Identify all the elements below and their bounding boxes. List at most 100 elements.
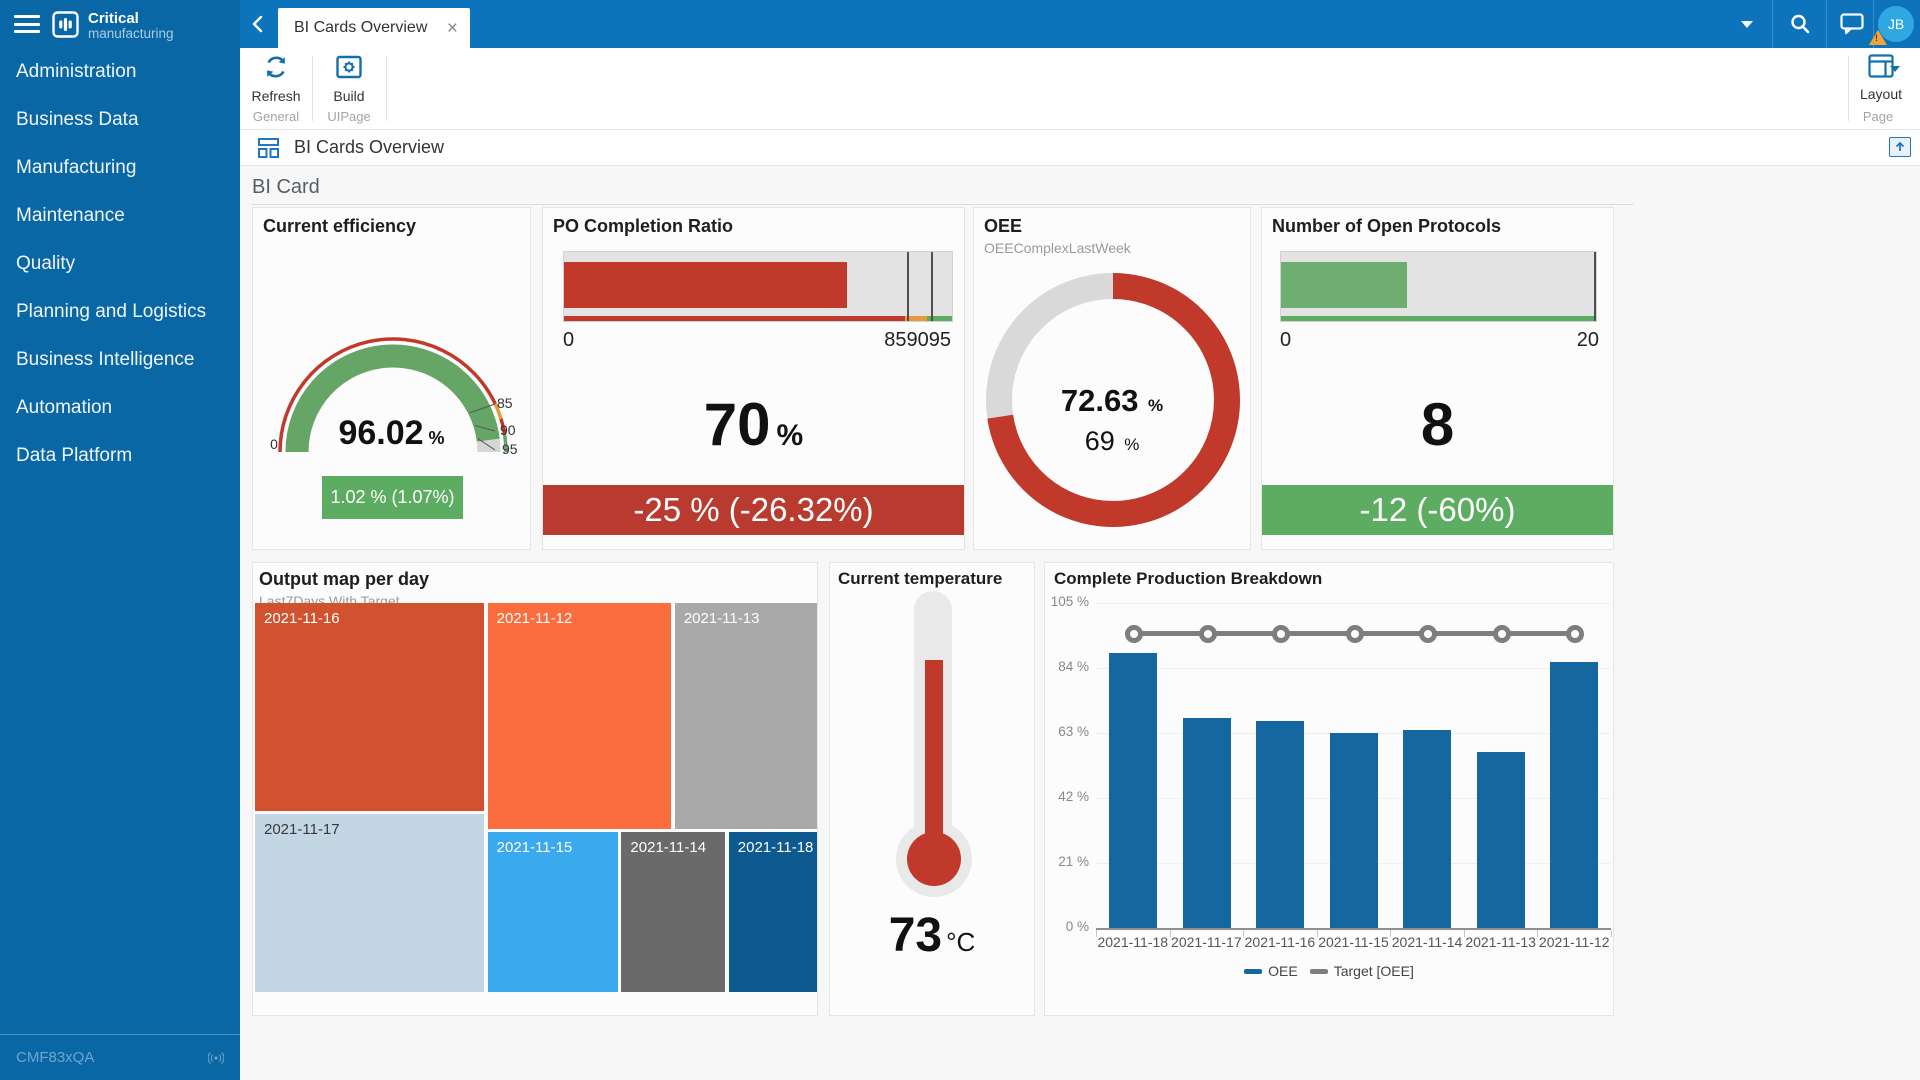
x-axis-tick [1170,930,1171,937]
build-button[interactable]: Build [317,54,381,104]
kpi-value: 8 [1262,390,1613,459]
chart-column [1243,603,1317,928]
section-label: BI Card [252,176,320,199]
card-title: Current temperature [838,569,1002,589]
menu-hamburger-icon[interactable] [14,15,40,33]
avatar-initials: JB [1888,16,1904,32]
value-unit: % [429,428,445,448]
collapse-panel-button[interactable] [1889,137,1911,157]
connection-antenna-icon [208,1051,224,1065]
sidebar-item-administration[interactable]: Administration [0,48,240,96]
y-axis-tick-label: 105 % [1047,594,1089,609]
brand-title: Critical [88,11,174,27]
x-axis-tick [1464,930,1465,937]
card-production-breakdown: Complete Production Breakdown 105 %84 %6… [1044,562,1614,1016]
sidebar-item-label: Business Intelligence [16,349,195,371]
sidebar-item-maintenance[interactable]: Maintenance [0,192,240,240]
sidebar-item-automation[interactable]: Automation [0,384,240,432]
tab-list-dropdown-icon[interactable] [1741,21,1753,28]
layout-dropdown-icon[interactable] [1890,66,1900,72]
target-marker [1272,625,1290,643]
bullet-bar [1281,262,1407,308]
sidebar-footer: CMF83xQA [0,1034,240,1080]
x-axis-tick-label: 2021-11-15 [1317,934,1391,950]
chart-column [1390,603,1464,928]
x-axis-tick-label: 2021-11-17 [1170,934,1244,950]
x-axis-tick-label: 2021-11-12 [1537,934,1611,950]
layout-label: Layout [1852,86,1910,102]
bullet-chart [1280,251,1597,322]
refresh-label: Refresh [244,88,308,104]
divider [1772,0,1773,48]
oee-donut-chart [974,208,1250,549]
bullet-strip-segment [564,316,905,321]
sidebar-item-business-intelligence[interactable]: Business Intelligence [0,336,240,384]
y-axis-tick-label: 42 % [1047,789,1089,804]
x-axis-tick [1537,930,1538,937]
value-number: 73 [889,908,942,963]
sidebar-item-quality[interactable]: Quality [0,240,240,288]
legend-item: Target [OEE] [1310,963,1414,979]
donut-secondary-value: 69 % [974,426,1250,457]
treemap-cell: 2021-11-17 [255,814,484,992]
sidebar-item-label: Maintenance [16,205,125,227]
refresh-button[interactable]: Refresh [244,54,308,104]
target-marker [1199,625,1217,643]
value-number: 69 [1085,426,1115,456]
card-open-protocols: Number of Open Protocols 0 20 8 -12 (-60… [1261,207,1614,550]
y-axis-tick-label: 84 % [1047,659,1089,674]
card-oee: OEE OEEComplexLastWeek 72.63 % 69 % [973,207,1251,550]
brand-subtitle: manufacturing [88,27,174,41]
warning-badge-icon: ! [1869,30,1887,45]
tab-title: BI Cards Overview [294,19,427,37]
environment-label: CMF83xQA [16,1049,94,1066]
sidebar-item-manufacturing[interactable]: Manufacturing [0,144,240,192]
target-marker [1493,625,1511,643]
application-window: Critical manufacturing Administration Bu… [0,0,1920,1080]
sidebar-item-business-data[interactable]: Business Data [0,96,240,144]
x-axis-tick [1317,930,1318,937]
card-title: Output map per day [259,569,429,590]
toolbar: Refresh General Build UIPage [240,48,1920,130]
legend-swatch [1310,969,1328,974]
warning-exclamation: ! [1875,33,1878,43]
breadcrumb: BI Cards Overview [240,130,1920,166]
search-icon[interactable] [1789,13,1811,35]
delta-badge: -12 (-60%) [1262,485,1613,535]
user-avatar[interactable]: JB ! [1878,6,1914,42]
chart-column [1464,603,1538,928]
tab-bi-cards-overview[interactable]: BI Cards Overview × [278,8,470,48]
chat-icon[interactable] [1840,13,1864,35]
sidebar-item-planning-logistics[interactable]: Planning and Logistics [0,288,240,336]
gauge-tick-label: 85 [497,395,513,411]
card-po-completion-ratio: PO Completion Ratio 0 859095 70% -25 % (… [542,207,965,550]
x-axis-tick [1390,930,1391,937]
back-chevron-icon[interactable] [250,15,268,33]
target-marker [1566,625,1584,643]
tab-close-icon[interactable]: × [447,19,458,38]
chart-legend: OEETarget [OEE] [1045,963,1613,979]
chart-column [1096,603,1170,928]
sidebar: Critical manufacturing Administration Bu… [0,0,240,1080]
sidebar-item-label: Quality [16,253,75,275]
layout-button[interactable]: Layout [1852,54,1910,102]
sidebar-item-label: Manufacturing [16,157,136,179]
treemap-cell: 2021-11-12 [488,603,672,829]
toolbar-group-uipage: UIPage [317,109,381,124]
arrow-up-icon [1894,141,1906,153]
chart-bar [1403,730,1451,928]
thermometer-mercury [925,660,943,850]
y-axis-tick-label: 21 % [1047,854,1089,869]
chart-plot-area [1096,603,1611,930]
donut-primary-value: 72.63 % [974,383,1250,419]
target-marker [1419,625,1437,643]
card-title: Number of Open Protocols [1272,216,1501,237]
axis-max-label: 20 [1577,329,1599,352]
card-title: PO Completion Ratio [553,216,733,237]
sidebar-nav: Administration Business Data Manufacturi… [0,48,240,480]
chart-bar [1256,721,1304,928]
sidebar-item-data-platform[interactable]: Data Platform [0,432,240,480]
thermometer-mercury-bulb [907,832,961,886]
treemap-cell: 2021-11-14 [621,832,725,992]
value-unit: % [1148,396,1163,415]
